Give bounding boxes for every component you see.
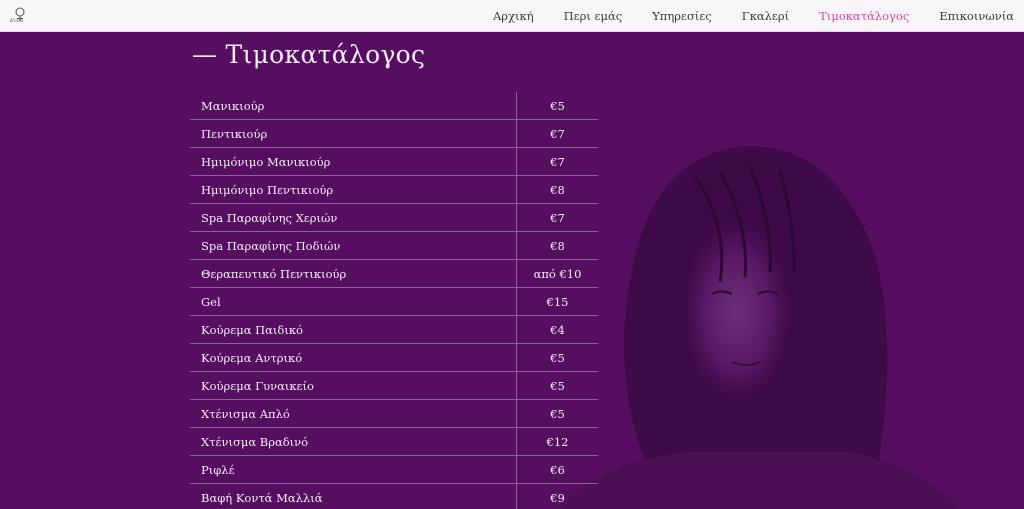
nav-item-5[interactable]: Επικοινωνία bbox=[939, 9, 1014, 23]
table-row: Spa Παραφίνης Ποδιών €8 bbox=[190, 231, 598, 260]
table-row: Πεντικιούρ €7 bbox=[190, 119, 598, 148]
pricelist-title: — Τιμοκατάλογος bbox=[192, 40, 426, 69]
table-row: Μανικιούρ €5 bbox=[190, 92, 598, 120]
main-nav: Αρχική Περι εμάς Υπηρεσίες Γκαλερί Τιμοκατάλ… bbox=[463, 0, 1014, 32]
service-price: €15 bbox=[516, 287, 598, 316]
service-name: Κούρεμα Αντρικό bbox=[190, 343, 517, 372]
service-name: Πεντικιούρ bbox=[190, 119, 517, 148]
service-name: Ημιμόνιμο Πεντικιούρ bbox=[190, 175, 517, 204]
table-row: Spa Παραφίνης Χεριών €7 bbox=[190, 203, 598, 232]
service-name: Μανικιούρ bbox=[190, 92, 517, 120]
table-row: Κούρεμα Γυναικείο €5 bbox=[190, 371, 598, 400]
service-name: Βαφή Κοντά Μαλλιά bbox=[190, 483, 517, 509]
service-name: Κούρεμα Παιδικό bbox=[190, 315, 517, 344]
service-price: €5 bbox=[516, 371, 598, 400]
table-row: Ριφλέ €6 bbox=[190, 455, 598, 484]
table-row: Ημιμόνιμο Πεντικιούρ €8 bbox=[190, 175, 598, 204]
service-price: €8 bbox=[516, 231, 598, 260]
table-row: Ημιμόνιμο Μανικιούρ €7 bbox=[190, 147, 598, 176]
service-price: €5 bbox=[516, 399, 598, 428]
logo-text: Eυνα bbox=[10, 18, 24, 24]
table-row: Κούρεμα Αντρικό €5 bbox=[190, 343, 598, 372]
nav-item-3[interactable]: Γκαλερί bbox=[742, 9, 789, 23]
table-row: Θεραπευτικό Πεντικιούρ από €10 bbox=[190, 259, 598, 288]
service-price: €12 bbox=[516, 427, 598, 456]
table-row: Χτένισμα Βραδινό €12 bbox=[190, 427, 598, 456]
nav-item-1[interactable]: Περι εμάς bbox=[564, 9, 623, 23]
service-price: €7 bbox=[516, 147, 598, 176]
service-name: Spa Παραφίνης Ποδιών bbox=[190, 231, 517, 260]
service-name: Spa Παραφίνης Χεριών bbox=[190, 203, 517, 232]
service-name: Χτένισμα Απλό bbox=[190, 399, 517, 428]
service-price: €5 bbox=[516, 343, 598, 372]
service-name: Ριφλέ bbox=[190, 455, 517, 484]
table-row: Χτένισμα Απλό €5 bbox=[190, 399, 598, 428]
service-price: €9 bbox=[516, 483, 598, 509]
service-price: €7 bbox=[516, 119, 598, 148]
table-row: Βαφή Κοντά Μαλλιά €9 bbox=[190, 483, 598, 509]
nav-item-4[interactable]: Τιμοκατάλογος bbox=[819, 9, 909, 23]
logo-icon[interactable] bbox=[8, 4, 32, 28]
service-price: €6 bbox=[516, 455, 598, 484]
top-navbar: Eυνα Αρχική Περι εμάς Υπηρεσίες Γκαλερί Τιμο… bbox=[0, 0, 1024, 32]
service-price: από €10 bbox=[516, 259, 598, 288]
table-row: Κούρεμα Παιδικό €4 bbox=[190, 315, 598, 344]
service-price: €8 bbox=[516, 175, 598, 204]
price-table: Μανικιούρ €5 Πεντικιούρ €7 Ημιμόνιμο Μανικιο… bbox=[190, 92, 598, 509]
service-name: Ημιμόνιμο Μανικιούρ bbox=[190, 147, 517, 176]
service-name: Θεραπευτικό Πεντικιούρ bbox=[190, 259, 517, 288]
nav-item-2[interactable]: Υπηρεσίες bbox=[652, 9, 712, 23]
table-row: Gel €15 bbox=[190, 287, 598, 316]
service-name: Χτένισμα Βραδινό bbox=[190, 427, 517, 456]
service-name: Gel bbox=[190, 287, 517, 316]
service-price: €4 bbox=[516, 315, 598, 344]
service-price: €5 bbox=[516, 92, 598, 120]
service-name: Κούρεμα Γυναικείο bbox=[190, 371, 517, 400]
nav-item-0[interactable]: Αρχική bbox=[493, 9, 534, 23]
service-price: €7 bbox=[516, 203, 598, 232]
